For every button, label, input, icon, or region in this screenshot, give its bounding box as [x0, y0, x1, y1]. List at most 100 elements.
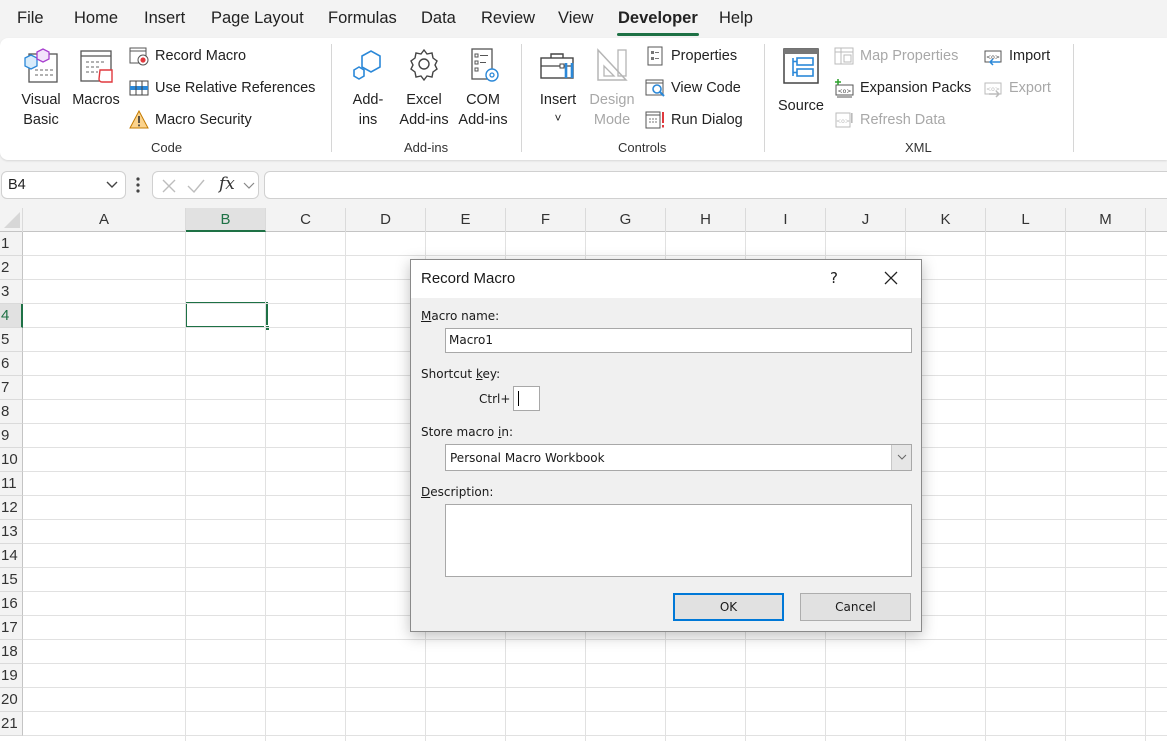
- row-header-11[interactable]: 11: [0, 472, 23, 496]
- excel-add-ins-button[interactable]: Excel Add-ins: [396, 46, 452, 130]
- column-header-f[interactable]: F: [506, 208, 586, 232]
- more-options-icon[interactable]: [135, 176, 141, 194]
- close-icon[interactable]: [877, 266, 905, 290]
- com-add-ins-icon: [471, 48, 499, 82]
- excel-add-ins-label-2: Add-ins: [399, 112, 449, 128]
- row-header-19[interactable]: 19: [0, 664, 23, 688]
- tab-insert[interactable]: Insert: [144, 9, 185, 28]
- use-relative-references-button[interactable]: Use Relative References: [129, 76, 315, 100]
- store-macro-in-value: Personal Macro Workbook: [450, 451, 605, 465]
- tab-review[interactable]: Review: [481, 9, 535, 28]
- ok-button[interactable]: OK: [673, 593, 784, 621]
- row-header-18[interactable]: 18: [0, 640, 23, 664]
- column-header-i[interactable]: I: [746, 208, 826, 232]
- cancel-button[interactable]: Cancel: [800, 593, 911, 621]
- tab-page-layout[interactable]: Page Layout: [211, 9, 304, 28]
- row-header-16[interactable]: 16: [0, 592, 23, 616]
- row-header-1[interactable]: 1: [0, 232, 23, 256]
- record-macro-button[interactable]: Record Macro: [129, 44, 246, 68]
- import-button[interactable]: <o> Import: [983, 44, 1050, 68]
- store-macro-in-select[interactable]: Personal Macro Workbook: [445, 444, 912, 471]
- expansion-packs-button[interactable]: <o> Expansion Packs: [834, 76, 971, 100]
- gridline: [23, 687, 1167, 688]
- chevron-down-icon[interactable]: [105, 179, 119, 191]
- use-relative-references-label: Use Relative References: [155, 80, 316, 96]
- column-header-b[interactable]: B: [186, 208, 266, 232]
- export-button[interactable]: <o> Export: [983, 76, 1051, 100]
- column-header-a[interactable]: A: [23, 208, 186, 232]
- tab-help[interactable]: Help: [719, 9, 753, 28]
- row-header-20[interactable]: 20: [0, 688, 23, 712]
- row-header-2[interactable]: 2: [0, 256, 23, 280]
- row-header-21[interactable]: 21: [0, 712, 23, 736]
- row-header-6[interactable]: 6: [0, 352, 23, 376]
- macro-name-label: Macro name:: [421, 309, 500, 323]
- com-add-ins-button[interactable]: COM Add-ins: [455, 46, 511, 130]
- macros-button[interactable]: Macros: [69, 46, 123, 110]
- row-header-14[interactable]: 14: [0, 544, 23, 568]
- confirm-entry-icon[interactable]: [187, 178, 205, 194]
- row-header-8[interactable]: 8: [0, 400, 23, 424]
- row-header-12[interactable]: 12: [0, 496, 23, 520]
- row-header-15[interactable]: 15: [0, 568, 23, 592]
- design-mode-button[interactable]: Design Mode: [586, 46, 638, 130]
- column-header-d[interactable]: D: [346, 208, 426, 232]
- refresh-data-label: Refresh Data: [860, 112, 946, 128]
- svg-text:<o>: <o>: [836, 118, 850, 125]
- tab-file[interactable]: File: [17, 9, 44, 28]
- expansion-packs-icon: <o>: [835, 79, 854, 98]
- name-box[interactable]: B4: [1, 171, 126, 199]
- column-header-c[interactable]: C: [266, 208, 346, 232]
- help-button[interactable]: ?: [823, 266, 845, 290]
- cancel-entry-icon[interactable]: [161, 178, 177, 194]
- refresh-data-button[interactable]: <o> Refresh Data: [834, 108, 945, 132]
- column-header-h[interactable]: H: [666, 208, 746, 232]
- column-header-m[interactable]: M: [1066, 208, 1146, 232]
- com-add-ins-label-1: COM: [466, 92, 500, 108]
- insert-function-icon[interactable]: fx: [219, 174, 235, 194]
- add-ins-button[interactable]: Add- ins: [343, 46, 393, 130]
- row-header-3[interactable]: 3: [0, 280, 23, 304]
- macro-security-button[interactable]: Macro Security: [129, 108, 252, 132]
- formula-input[interactable]: [264, 171, 1167, 199]
- tab-data[interactable]: Data: [421, 9, 456, 28]
- run-dialog-button[interactable]: Run Dialog: [645, 108, 743, 132]
- dropdown-button[interactable]: [891, 445, 911, 470]
- column-header-l[interactable]: L: [986, 208, 1066, 232]
- insert-control-button[interactable]: Insert ˅: [534, 46, 582, 126]
- tab-home[interactable]: Home: [74, 9, 118, 28]
- com-add-ins-label-2: Add-ins: [458, 112, 508, 128]
- macro-name-input[interactable]: Macro1: [445, 328, 912, 353]
- column-header-g[interactable]: G: [586, 208, 666, 232]
- visual-basic-button[interactable]: Visual Basic: [14, 46, 68, 130]
- view-code-label: View Code: [671, 80, 741, 96]
- row-header-13[interactable]: 13: [0, 520, 23, 544]
- column-header-k[interactable]: K: [906, 208, 986, 232]
- map-properties-button[interactable]: Map Properties: [834, 44, 958, 68]
- row-header-7[interactable]: 7: [0, 376, 23, 400]
- tab-view[interactable]: View: [558, 9, 593, 28]
- design-mode-label-1: Design: [589, 92, 635, 108]
- row-header-4[interactable]: 4: [0, 304, 23, 328]
- shortcut-key-input[interactable]: [513, 386, 540, 411]
- chevron-down-icon[interactable]: [243, 182, 255, 190]
- column-header-j[interactable]: J: [826, 208, 906, 232]
- properties-button[interactable]: Properties: [645, 44, 737, 68]
- properties-label: Properties: [671, 48, 738, 64]
- group-separator: [331, 44, 332, 152]
- row-header-5[interactable]: 5: [0, 328, 23, 352]
- select-all-button[interactable]: [0, 208, 23, 232]
- tab-developer[interactable]: Developer: [617, 9, 699, 36]
- description-textarea[interactable]: [445, 504, 912, 577]
- row-header-17[interactable]: 17: [0, 616, 23, 640]
- row-header-9[interactable]: 9: [0, 424, 23, 448]
- source-button[interactable]: Source: [774, 46, 828, 116]
- active-cell-b4[interactable]: [185, 302, 268, 328]
- source-label: Source: [778, 98, 824, 114]
- view-code-button[interactable]: View Code: [645, 76, 741, 100]
- row-header-10[interactable]: 10: [0, 448, 23, 472]
- tab-formulas[interactable]: Formulas: [328, 9, 397, 28]
- refresh-data-icon: <o>: [835, 112, 853, 128]
- column-header-e[interactable]: E: [426, 208, 506, 232]
- map-properties-label: Map Properties: [860, 48, 959, 64]
